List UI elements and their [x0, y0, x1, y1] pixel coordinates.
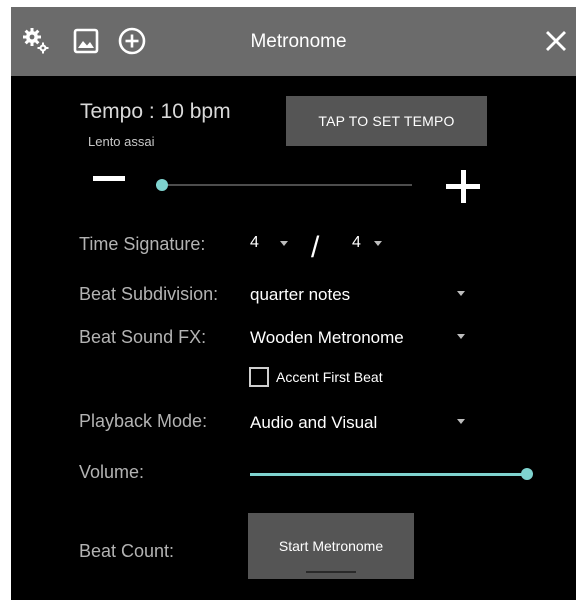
tempo-marking: Lento assai: [88, 134, 155, 149]
time-signature-separator: /: [311, 231, 320, 264]
playback-mode-dropdown-arrow-icon[interactable]: [457, 419, 465, 424]
tempo-slider-track[interactable]: [161, 184, 412, 186]
tempo-label: Tempo : 10 bpm: [80, 100, 231, 123]
close-icon[interactable]: [541, 26, 571, 56]
tempo-slider-thumb[interactable]: [156, 179, 168, 191]
title-bar: Metronome: [11, 7, 576, 76]
increase-tempo-button-vertical[interactable]: [461, 170, 466, 203]
window-title: Metronome: [250, 31, 347, 52]
denominator-dropdown-arrow-icon[interactable]: [374, 241, 382, 246]
volume-slider-thumb[interactable]: [521, 468, 533, 480]
playback-mode-label: Playback Mode:: [79, 411, 208, 431]
time-signature-denominator[interactable]: 4: [352, 234, 361, 252]
button-underline: [306, 571, 356, 573]
start-metronome-label: Start Metronome: [278, 538, 384, 554]
playback-mode-select[interactable]: Audio and Visual: [250, 413, 377, 433]
beat-sound-select[interactable]: Wooden Metronome: [250, 328, 404, 348]
metronome-dialog: Metronome Tempo : 10 bpm Lento assai TAP…: [11, 7, 576, 600]
accent-first-beat-checkbox[interactable]: [249, 367, 269, 387]
decrease-tempo-button[interactable]: [93, 176, 125, 181]
volume-label: Volume:: [79, 462, 145, 482]
start-metronome-button[interactable]: Start Metronome: [248, 513, 414, 579]
beat-count-label: Beat Count:: [79, 541, 175, 561]
subdivision-dropdown-arrow-icon[interactable]: [457, 291, 465, 296]
volume-slider-track[interactable]: [250, 473, 527, 476]
time-signature-label: Time Signature:: [79, 234, 206, 254]
beat-sound-label: Beat Sound FX:: [79, 327, 207, 347]
tap-tempo-button[interactable]: TAP TO SET TEMPO: [286, 96, 487, 146]
beat-subdivision-select[interactable]: quarter notes: [250, 285, 350, 305]
beat-subdivision-label: Beat Subdivision:: [79, 284, 219, 304]
accent-first-beat-label[interactable]: Accent First Beat: [276, 369, 383, 385]
time-signature-numerator[interactable]: 4: [250, 234, 259, 252]
numerator-dropdown-arrow-icon[interactable]: [280, 241, 288, 246]
beat-sound-dropdown-arrow-icon[interactable]: [457, 334, 465, 339]
